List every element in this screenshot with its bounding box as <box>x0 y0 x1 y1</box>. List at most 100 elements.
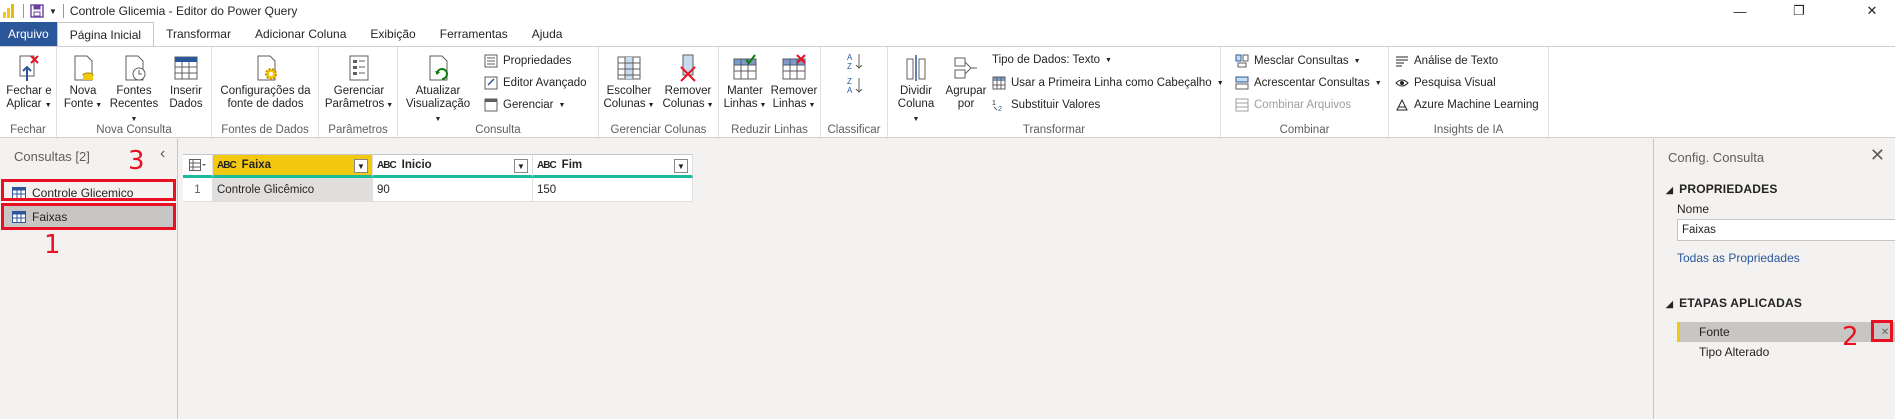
append-queries-icon <box>1235 76 1249 90</box>
svg-text:1: 1 <box>992 100 996 107</box>
manage-button[interactable]: Gerenciar ▼ <box>484 98 565 112</box>
restore-button[interactable]: ❐ <box>1776 0 1822 22</box>
tab-pagina-inicial[interactable]: Página Inicial <box>56 22 155 47</box>
sort-ascending-button[interactable]: AZ <box>847 52 863 70</box>
column-header-label: Inicio <box>401 159 432 171</box>
quick-access-dropdown-icon[interactable]: ▼ <box>49 7 57 16</box>
tab-adicionar-coluna[interactable]: Adicionar Coluna <box>243 22 358 46</box>
close-apply-icon <box>19 55 39 81</box>
group-label-fontes-de-dados: Fontes de Dados <box>221 124 309 136</box>
manage-parameters-label-2-text: Parâmetros <box>324 98 385 110</box>
replace-values-button[interactable]: 12 Substituir Valores <box>992 98 1100 112</box>
column-header-inicio[interactable]: ABC Inicio ▼ <box>373 154 533 178</box>
column-filter-dropdown-icon[interactable]: ▼ <box>354 159 368 173</box>
new-source-button[interactable]: Nova Fonte ▼ <box>63 53 103 112</box>
manage-parameters-label-1: Gerenciar <box>333 85 385 97</box>
close-pane-icon[interactable]: ✕ <box>1870 145 1885 166</box>
name-label: Nome <box>1677 202 1710 216</box>
remove-rows-button[interactable]: Remover Linhas ▼ <box>771 53 817 112</box>
column-header-label: Fim <box>561 159 583 171</box>
query-item-controle-glicemico[interactable]: Controle Glicemico <box>4 181 174 205</box>
chevron-down-icon: ▼ <box>93 102 103 109</box>
column-header-label: Faixa <box>241 159 272 171</box>
table-cell[interactable]: Controle Glicêmico <box>213 178 373 202</box>
collapse-triangle-icon: ◢ <box>1666 299 1674 309</box>
table-menu-button[interactable] <box>183 154 213 178</box>
replace-values-icon: 12 <box>992 100 1002 112</box>
applied-steps-header-label: ETAPAS APLICADAS <box>1679 296 1803 310</box>
applied-steps-section-header[interactable]: ◢ ETAPAS APLICADAS <box>1666 296 1802 310</box>
manage-parameters-button[interactable]: Gerenciar Parâmetros ▼ <box>324 53 394 112</box>
combine-files-icon <box>1235 98 1249 112</box>
append-queries-button[interactable]: Acrescentar Consultas ▼ <box>1235 76 1382 90</box>
delete-step-icon[interactable]: ✕ <box>1878 325 1892 339</box>
split-column-icon <box>906 55 926 81</box>
vision-button[interactable]: Pesquisa Visual <box>1395 76 1496 90</box>
manage-label: Gerenciar <box>503 99 554 111</box>
table-cell[interactable]: 150 <box>533 178 693 202</box>
column-filter-dropdown-icon[interactable]: ▼ <box>514 159 528 173</box>
tab-exibicao[interactable]: Exibição <box>358 22 427 46</box>
properties-button[interactable]: Propriedades <box>484 54 571 68</box>
table-icon <box>12 187 26 199</box>
chevron-down-icon: ▼ <box>130 116 138 123</box>
close-apply-label-2: Aplicar ▼ <box>6 98 51 112</box>
choose-columns-button[interactable]: Escolher Colunas ▼ <box>603 53 655 112</box>
data-source-settings-button[interactable]: Configurações da fonte de dados <box>217 53 314 111</box>
enter-data-icon <box>174 56 198 80</box>
applied-step-fonte[interactable]: Fonte ✕ <box>1677 322 1895 342</box>
refresh-preview-button[interactable]: Atualizar Visualização ▼ <box>402 53 474 126</box>
close-apply-label-2-text: Aplicar <box>6 98 42 110</box>
split-column-button[interactable]: Dividir Coluna ▼ <box>894 53 938 126</box>
column-filter-dropdown-icon[interactable]: ▼ <box>674 159 688 173</box>
sort-descending-button[interactable]: ZA <box>847 76 863 94</box>
applied-step-tipo-alterado[interactable]: Tipo Alterado <box>1677 342 1895 362</box>
advanced-editor-icon <box>484 76 498 90</box>
column-header-faixa[interactable]: ABC Faixa ▼ <box>213 154 373 178</box>
merge-queries-button[interactable]: Mesclar Consultas ▼ <box>1235 54 1361 68</box>
tab-transformar[interactable]: Transformar <box>154 22 243 46</box>
tab-ajuda[interactable]: Ajuda <box>520 22 575 46</box>
remove-columns-button[interactable]: Remover Colunas ▼ <box>661 53 715 112</box>
text-type-icon[interactable]: ABC <box>217 160 237 171</box>
group-combinar: Mesclar Consultas ▼ Acrescentar Consultas… <box>1221 47 1389 139</box>
properties-section-header[interactable]: ◢ PROPRIEDADES <box>1666 182 1778 196</box>
recent-sources-button[interactable]: Fontes Recentes ▼ <box>109 53 159 126</box>
group-label-transformar: Transformar <box>1022 124 1086 136</box>
all-properties-link[interactable]: Todas as Propriedades <box>1677 251 1800 265</box>
collapse-pane-icon[interactable]: ‹ <box>160 145 165 163</box>
use-first-row-label: Usar a Primeira Linha como Cabeçalho <box>1011 77 1212 89</box>
recent-sources-icon <box>125 55 146 81</box>
keep-rows-button[interactable]: Manter Linhas ▼ <box>723 53 767 112</box>
text-type-icon[interactable]: ABC <box>537 160 557 171</box>
combine-files-button[interactable]: Combinar Arquivos <box>1235 98 1351 112</box>
table-icon <box>12 211 26 223</box>
close-button[interactable]: ✕ <box>1849 0 1895 22</box>
split-column-label-1: Dividir <box>900 85 932 97</box>
enter-data-button[interactable]: Inserir Dados <box>165 53 207 111</box>
azure-ml-button[interactable]: Azure Machine Learning <box>1395 98 1539 112</box>
advanced-editor-button[interactable]: Editor Avançado <box>484 76 587 90</box>
manage-parameters-label-2: Parâmetros ▼ <box>325 98 393 112</box>
query-item-faixas[interactable]: Faixas <box>4 205 174 229</box>
replace-values-label: Substituir Valores <box>1011 99 1101 111</box>
group-label-combinar: Combinar <box>1279 124 1330 136</box>
text-analytics-button[interactable]: Análise de Texto <box>1395 54 1498 68</box>
data-grid: ABC Faixa ▼ ABC Inicio ▼ ABC Fim ▼ 1 Con… <box>183 154 693 202</box>
tab-ferramentas[interactable]: Ferramentas <box>428 22 520 46</box>
query-settings-pane: Config. Consulta ✕ ◢ PROPRIEDADES Nome To… <box>1653 139 1895 419</box>
enter-data-label-1: Inserir <box>170 85 202 97</box>
query-name-input[interactable] <box>1677 219 1895 241</box>
close-apply-button[interactable]: Fechar e Aplicar ▼ <box>4 53 54 112</box>
data-type-dropdown[interactable]: Tipo de Dados: Texto ▼ <box>992 54 1112 66</box>
table-cell[interactable]: 90 <box>373 178 533 202</box>
save-icon[interactable] <box>30 4 44 18</box>
minimize-button[interactable]: — <box>1717 0 1763 22</box>
use-first-row-as-headers-button[interactable]: Usar a Primeira Linha como Cabeçalho ▼ <box>992 76 1224 90</box>
column-header-fim[interactable]: ABC Fim ▼ <box>533 154 693 178</box>
group-by-button[interactable]: Agrupar por <box>943 53 989 111</box>
group-label-insights-ia: Insights de IA <box>1433 124 1504 136</box>
query-settings-title: Config. Consulta <box>1668 150 1765 165</box>
text-type-icon[interactable]: ABC <box>377 160 397 171</box>
tab-arquivo[interactable]: Arquivo <box>0 22 57 46</box>
